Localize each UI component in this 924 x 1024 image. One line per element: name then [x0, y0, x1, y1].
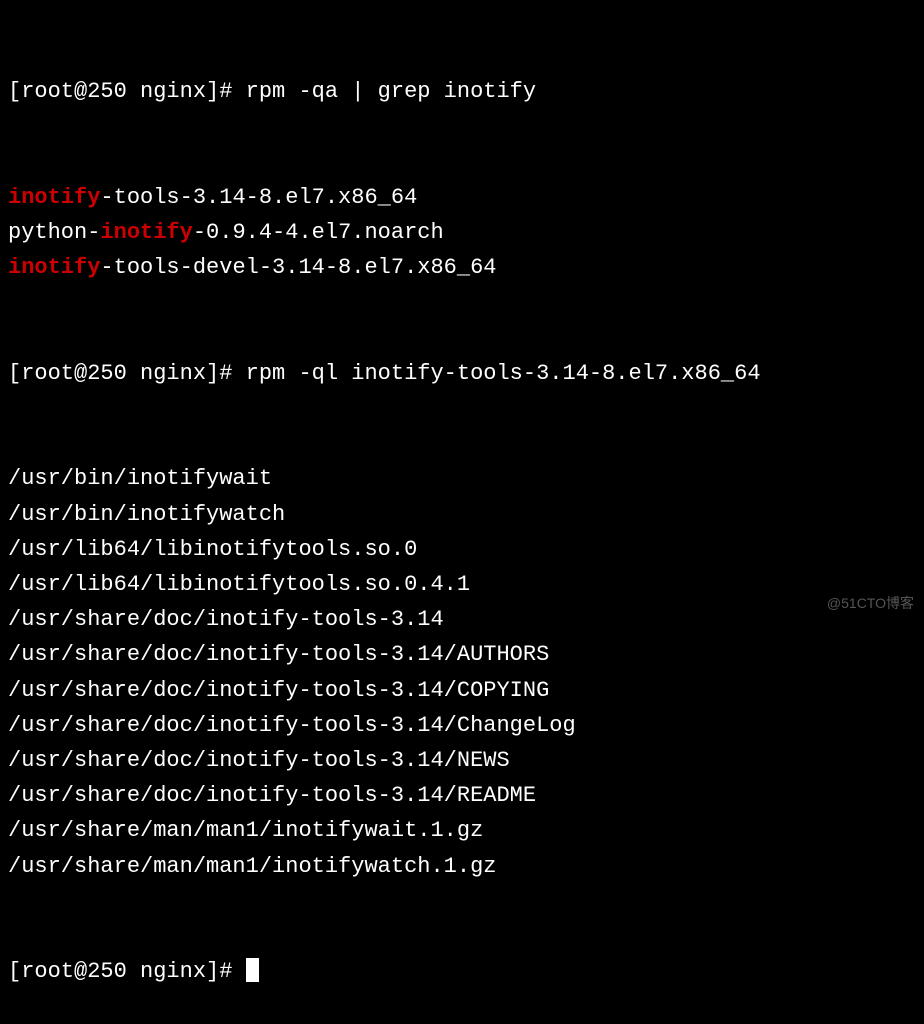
cursor-icon	[246, 958, 259, 982]
shell-prompt: [root@250 nginx]#	[8, 79, 246, 104]
grep-match-highlight: inotify	[100, 220, 192, 245]
result-suffix: -tools-devel-3.14-8.el7.x86_64	[100, 255, 496, 280]
file-list-output: /usr/bin/inotifywait/usr/bin/inotifywatc…	[8, 461, 916, 883]
terminal-output[interactable]: [root@250 nginx]# rpm -qa | grep inotify…	[8, 4, 916, 1024]
shell-prompt: [root@250 nginx]#	[8, 959, 246, 984]
file-path-line: /usr/lib64/libinotifytools.so.0.4.1	[8, 567, 916, 602]
grep-match-highlight: inotify	[8, 255, 100, 280]
file-path-line: /usr/share/doc/inotify-tools-3.14/NEWS	[8, 743, 916, 778]
result-suffix: -tools-3.14-8.el7.x86_64	[100, 185, 417, 210]
shell-prompt: [root@250 nginx]#	[8, 361, 246, 386]
result-suffix: -0.9.4-4.el7.noarch	[193, 220, 444, 245]
grep-match-highlight: inotify	[8, 185, 100, 210]
file-path-line: /usr/lib64/libinotifytools.so.0	[8, 532, 916, 567]
grep-result-line: python-inotify-0.9.4-4.el7.noarch	[8, 215, 916, 250]
command-line-1: [root@250 nginx]# rpm -qa | grep inotify	[8, 74, 916, 109]
file-path-line: /usr/bin/inotifywatch	[8, 497, 916, 532]
command-text: rpm -qa | grep inotify	[246, 79, 536, 104]
grep-result-line: inotify-tools-3.14-8.el7.x86_64	[8, 180, 916, 215]
file-path-line: /usr/share/man/man1/inotifywait.1.gz	[8, 813, 916, 848]
file-path-line: /usr/share/doc/inotify-tools-3.14/README	[8, 778, 916, 813]
file-path-line: /usr/share/doc/inotify-tools-3.14/AUTHOR…	[8, 637, 916, 672]
command-line-2: [root@250 nginx]# rpm -ql inotify-tools-…	[8, 356, 916, 391]
result-prefix: python-	[8, 220, 100, 245]
file-path-line: /usr/share/man/man1/inotifywatch.1.gz	[8, 849, 916, 884]
watermark-text: @51CTO博客	[827, 592, 914, 614]
grep-result-line: inotify-tools-devel-3.14-8.el7.x86_64	[8, 250, 916, 285]
command-line-3: [root@250 nginx]#	[8, 954, 916, 989]
command-text: rpm -ql inotify-tools-3.14-8.el7.x86_64	[246, 361, 761, 386]
file-path-line: /usr/bin/inotifywait	[8, 461, 916, 496]
grep-results: inotify-tools-3.14-8.el7.x86_64python-in…	[8, 180, 916, 286]
file-path-line: /usr/share/doc/inotify-tools-3.14	[8, 602, 916, 637]
file-path-line: /usr/share/doc/inotify-tools-3.14/Change…	[8, 708, 916, 743]
file-path-line: /usr/share/doc/inotify-tools-3.14/COPYIN…	[8, 673, 916, 708]
